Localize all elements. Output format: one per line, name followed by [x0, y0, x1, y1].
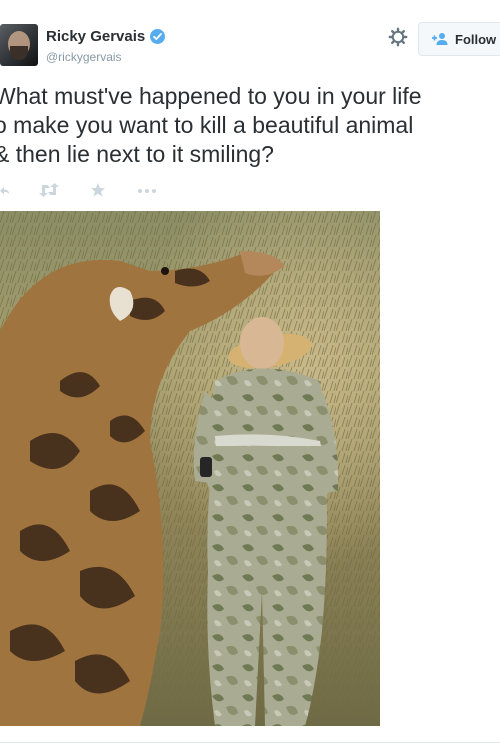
follow-button[interactable]: Follow	[418, 22, 500, 56]
bottom-divider	[0, 742, 500, 743]
tweet-header: Ricky Gervais @rickygervais Follow	[0, 0, 500, 80]
name-row: Ricky Gervais	[46, 28, 166, 45]
add-user-icon	[431, 32, 449, 46]
photo-illustration	[0, 211, 380, 726]
retweet-icon[interactable]	[38, 182, 60, 203]
reply-icon[interactable]	[0, 182, 10, 203]
tweet-actions	[0, 182, 200, 202]
favorite-icon[interactable]	[90, 182, 106, 203]
tweet-photo[interactable]	[0, 211, 380, 726]
follow-label: Follow	[455, 31, 497, 47]
user-handle[interactable]: @rickygervais	[46, 50, 122, 64]
verified-badge-icon	[150, 29, 166, 44]
tweet-text: What must've happened to you in your lif…	[0, 83, 422, 167]
gear-icon[interactable]	[388, 27, 408, 47]
display-name[interactable]: Ricky Gervais	[46, 28, 145, 45]
avatar[interactable]	[0, 24, 38, 66]
more-icon[interactable]	[137, 182, 157, 203]
avatar-beard	[10, 46, 28, 60]
